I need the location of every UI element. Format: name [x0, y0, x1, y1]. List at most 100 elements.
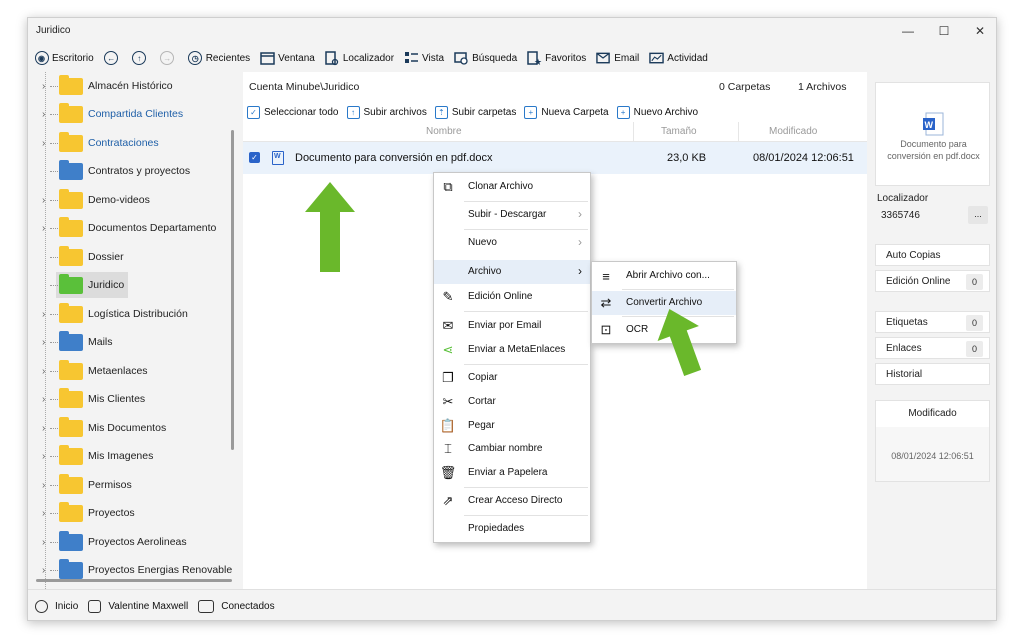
tree-item-mis-imagenes[interactable]: › Mis Imagenes — [28, 442, 243, 470]
chevron-right-icon[interactable]: › — [42, 366, 45, 377]
back-button[interactable]: ← — [104, 47, 122, 69]
file-preview-card[interactable]: W Documento para conversión en pdf.docx — [875, 82, 990, 186]
links-button[interactable]: Enlaces 0 — [875, 337, 990, 359]
new-file-button[interactable]: + Nuevo Archivo — [616, 105, 699, 119]
tree-item-documentos-departamento[interactable]: › Documentos Departamento — [28, 214, 243, 242]
tree-item-almacen-historico[interactable]: › Almacén Histórico — [28, 72, 243, 100]
tree-item-proyectos[interactable]: › Proyectos — [28, 499, 243, 527]
modified-card: Modificado 08/01/2024 12:06:51 — [875, 400, 990, 482]
chevron-right-icon[interactable]: › — [42, 109, 45, 120]
toolbar-activity-button[interactable]: Actividad — [649, 47, 708, 69]
menu-item-label: Clonar Archivo — [468, 181, 534, 192]
menu-item-new[interactable]: Nuevo › — [434, 231, 590, 255]
forward-button[interactable]: → — [160, 47, 178, 69]
share-icon: ⋖ — [442, 342, 454, 357]
tree-item-mis-documentos[interactable]: › Mis Documentos — [28, 414, 243, 442]
menu-item-shortcut[interactable]: ⇗ Crear Acceso Directo — [434, 489, 590, 513]
connected-users-icon — [198, 599, 215, 613]
maximize-button[interactable]: ☐ — [926, 18, 962, 44]
menu-item-paste[interactable]: 📋 Pegar — [434, 414, 590, 438]
sidebar-vertical-scrollbar[interactable] — [231, 130, 234, 450]
chevron-right-icon[interactable]: › — [42, 138, 45, 149]
menu-item-trash[interactable]: 🗑 Enviar a Papelera — [434, 461, 590, 485]
toolbar-view-button[interactable]: Vista — [404, 47, 444, 69]
history-button[interactable]: Historial — [875, 363, 990, 385]
tree-item-mis-clientes[interactable]: › Mis Clientes — [28, 385, 243, 413]
tree-item-metaenlaces[interactable]: › Metaenlaces — [28, 357, 243, 385]
column-size-header[interactable]: Tamaño — [661, 126, 697, 137]
chevron-right-icon[interactable]: › — [42, 565, 45, 576]
favorites-icon: ★ — [527, 50, 542, 66]
chevron-right-icon[interactable]: › — [42, 309, 45, 320]
menu-item-send-metaenlaces[interactable]: ⋖ Enviar a MetaEnlaces — [434, 338, 590, 362]
column-name-header[interactable]: Nombre — [426, 126, 462, 137]
submenu-item-open-with[interactable]: ≡ Abrir Archivo con... — [592, 264, 736, 288]
user-button[interactable]: Valentine Maxwell — [88, 599, 188, 613]
upload-files-button[interactable]: ↑ Subir archivos — [346, 105, 427, 119]
folder-icon — [59, 501, 83, 522]
tree-item-permisos[interactable]: › Permisos — [28, 471, 243, 499]
connected-button[interactable]: Conectados — [198, 599, 275, 613]
tree-item-compartida-clientes[interactable]: › Compartida Clientes — [28, 100, 243, 128]
tags-label: Etiquetas — [886, 317, 928, 328]
column-modified-header[interactable]: Modificado — [769, 126, 817, 137]
menu-item-upload-download[interactable]: Subir - Descargar › — [434, 203, 590, 227]
menu-item-cut[interactable]: ✂ Cortar — [434, 390, 590, 414]
file-row[interactable]: ✓ Documento para conversión en pdf.docx … — [243, 142, 867, 174]
menu-item-rename[interactable]: ⌶ Cambiar nombre — [434, 437, 590, 461]
back-icon: ← — [104, 51, 119, 66]
menu-item-label: Propiedades — [468, 523, 525, 534]
locator-copy-button[interactable]: ... — [968, 206, 988, 224]
online-edit-count: 0 — [966, 274, 983, 290]
toolbar-favorites-button[interactable]: ★ Favoritos — [527, 47, 586, 69]
tree-item-logistica[interactable]: › Logística Distribución — [28, 300, 243, 328]
auto-copies-button[interactable]: Auto Copias — [875, 244, 990, 266]
online-edit-label: Edición Online — [886, 276, 951, 287]
tree-item-contrataciones[interactable]: › Contrataciones — [28, 129, 243, 157]
tree-item-demo-videos[interactable]: › Demo-videos — [28, 186, 243, 214]
menu-item-label: Enviar a Papelera — [468, 467, 548, 478]
minimize-button[interactable]: — — [890, 18, 926, 44]
chevron-right-icon[interactable]: › — [42, 223, 45, 234]
close-button[interactable]: ✕ — [962, 18, 996, 44]
up-button[interactable]: ↑ — [132, 47, 150, 69]
chevron-right-icon[interactable]: › — [42, 337, 45, 348]
chevron-right-icon[interactable]: › — [42, 423, 45, 434]
toolbar-recent-button[interactable]: ◷ Recientes — [188, 47, 250, 69]
upload-folders-button[interactable]: ⇡ Subir carpetas — [434, 105, 516, 119]
sidebar-horizontal-scrollbar[interactable] — [36, 579, 232, 582]
online-edit-button[interactable]: Edición Online 0 — [875, 270, 990, 292]
new-file-label: Nuevo Archivo — [633, 106, 699, 118]
chevron-right-icon[interactable]: › — [42, 537, 45, 548]
tags-button[interactable]: Etiquetas 0 — [875, 311, 990, 333]
select-all-button[interactable]: ✓ Seleccionar todo — [247, 105, 339, 119]
menu-item-file[interactable]: Archivo › — [434, 260, 590, 284]
toolbar-search-button[interactable]: Búsqueda — [454, 47, 517, 69]
tree-item-dossier[interactable]: Dossier — [28, 243, 243, 271]
tree-item-juridico[interactable]: Juridico — [28, 271, 243, 299]
menu-item-edit-online[interactable]: ✎ Edición Online — [434, 285, 590, 309]
file-checkbox[interactable]: ✓ — [249, 152, 260, 163]
chevron-right-icon[interactable]: › — [42, 480, 45, 491]
chevron-right-icon[interactable]: › — [42, 81, 45, 92]
tree-item-contratos-proyectos[interactable]: Contratos y proyectos — [28, 157, 243, 185]
menu-item-clone[interactable]: ⧉ Clonar Archivo — [434, 175, 590, 199]
breadcrumb: Cuenta Minube\Juridico — [249, 81, 360, 93]
toolbar-desktop-button[interactable]: ◉ Escritorio — [34, 47, 94, 69]
chevron-right-icon[interactable]: › — [42, 451, 45, 462]
menu-item-copy[interactable]: ❐ Copiar — [434, 366, 590, 390]
chevron-right-icon[interactable]: › — [42, 394, 45, 405]
menu-item-send-email[interactable]: ✉ Enviar por Email — [434, 314, 590, 338]
chevron-right-icon[interactable]: › — [42, 195, 45, 206]
menu-item-properties[interactable]: Propiedades — [434, 517, 590, 541]
toolbar-window-button[interactable]: Ventana — [260, 47, 315, 69]
menu-item-label: Edición Online — [468, 291, 533, 302]
tree-item-proyectos-aerolineas[interactable]: › Proyectos Aerolineas — [28, 528, 243, 556]
tree-item-mails[interactable]: › Mails — [28, 328, 243, 356]
home-button[interactable]: Inicio — [35, 599, 78, 613]
toolbar-locator-button[interactable]: Localizador — [325, 47, 394, 69]
chevron-right-icon[interactable]: › — [42, 508, 45, 519]
chevron-right-icon: › — [578, 264, 582, 278]
toolbar-email-button[interactable]: Email — [596, 47, 639, 69]
new-folder-button[interactable]: + Nueva Carpeta — [524, 105, 609, 119]
